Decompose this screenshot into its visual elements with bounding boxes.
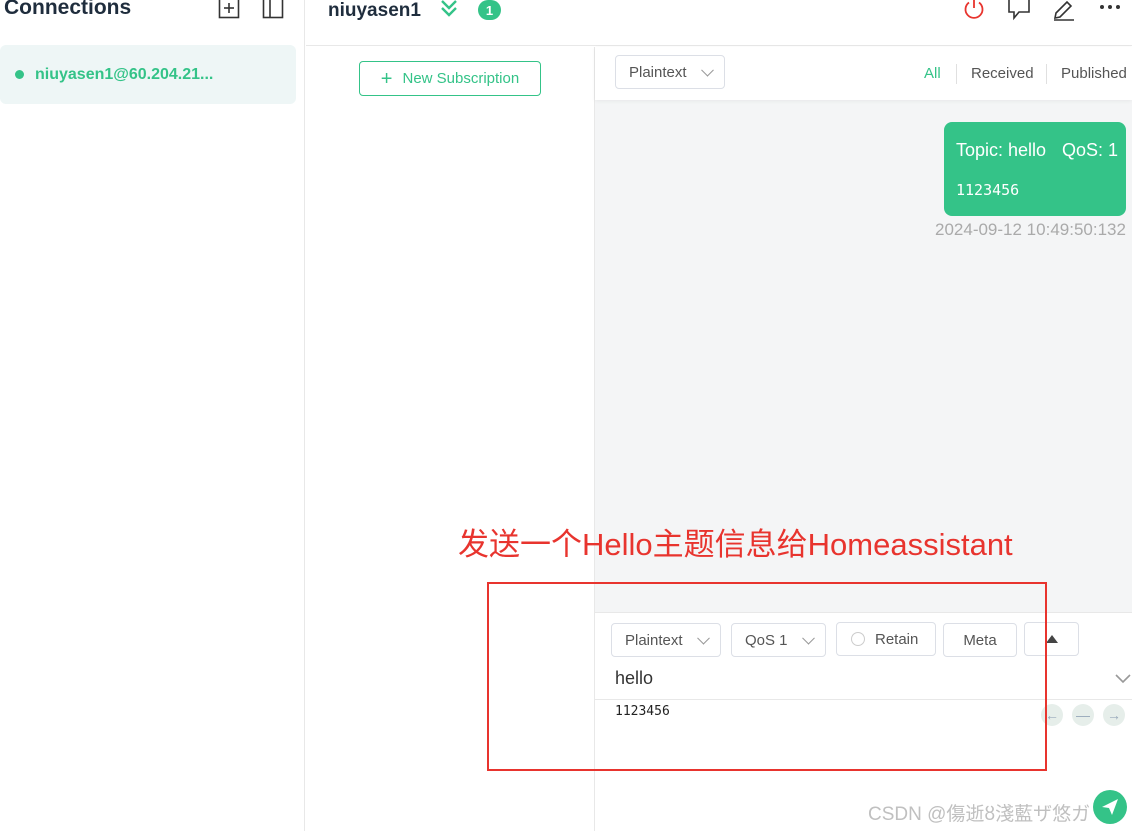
history-forward-icon[interactable]: → <box>1103 704 1125 726</box>
message-topic: Topic: hello <box>956 140 1047 160</box>
message-timestamp: 2024-09-12 10:49:50:132 <box>935 220 1126 239</box>
send-icon <box>1102 799 1118 815</box>
history-clear-icon[interactable]: — <box>1072 704 1094 726</box>
new-subscription-button[interactable]: + New Subscription <box>359 61 541 96</box>
messages-toolbar: Plaintext All Received Published <box>595 47 1132 100</box>
app-window: Connections niuyasen1@60.204.21... niuya… <box>0 0 1132 831</box>
expand-icon[interactable] <box>438 0 460 20</box>
layout-icon[interactable] <box>261 0 285 20</box>
topic-history-chevron-icon[interactable] <box>1115 671 1131 687</box>
caret-up-icon <box>1045 635 1058 643</box>
message-format-select[interactable]: Plaintext <box>615 55 725 89</box>
message-qos: QoS: 1 <box>1062 140 1119 160</box>
connection-status-dot <box>15 70 24 79</box>
annotation-box <box>487 582 1047 771</box>
add-connection-icon[interactable] <box>217 0 241 20</box>
connection-name: niuyasen1 <box>328 0 421 21</box>
send-button[interactable] <box>1093 790 1127 824</box>
plus-icon: + <box>380 67 393 90</box>
divider <box>956 64 957 84</box>
power-icon[interactable] <box>961 0 987 22</box>
message-format-value: Plaintext <box>629 63 687 81</box>
message-payload: 1123456 <box>956 181 1020 199</box>
connection-label: niuyasen1@60.204.21... <box>35 65 214 83</box>
new-subscription-label: New Subscription <box>402 70 520 87</box>
subscription-count-badge: 1 <box>478 0 501 20</box>
filter-published[interactable]: Published <box>1061 65 1127 82</box>
annotation-text: 发送一个Hello主题信息给Homeassistant <box>458 527 1013 562</box>
filter-all[interactable]: All <box>924 65 941 82</box>
edit-icon[interactable] <box>1051 0 1077 22</box>
connection-item[interactable]: niuyasen1@60.204.21... <box>0 45 296 104</box>
connections-title: Connections <box>4 0 132 19</box>
connections-panel: Connections niuyasen1@60.204.21... <box>0 0 305 831</box>
message-bubble[interactable]: Topic: hello QoS: 1 1123456 <box>944 122 1126 216</box>
more-icon[interactable] <box>1097 0 1123 22</box>
filter-received[interactable]: Received <box>971 65 1034 82</box>
chevron-down-icon <box>701 63 714 77</box>
divider <box>1046 64 1047 84</box>
topbar: niuyasen1 1 <box>306 0 1132 46</box>
chat-icon[interactable] <box>1006 0 1032 22</box>
watermark: CSDN @傷逝ȣ淺藍ザ悠ガ <box>868 804 1091 825</box>
